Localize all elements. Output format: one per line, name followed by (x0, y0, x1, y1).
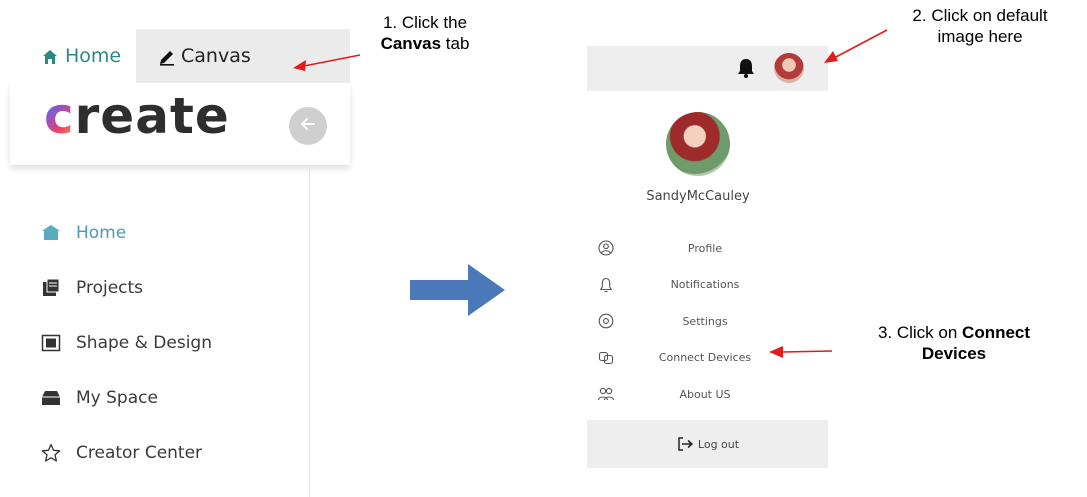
sidebar-item-label: Home (76, 222, 127, 243)
annotation-text: image here (937, 27, 1023, 46)
arrow-left-icon (298, 114, 318, 138)
shape-design-icon (40, 332, 62, 354)
logout-button[interactable]: Log out (587, 420, 828, 468)
annotation-text: 2. Click on default (912, 6, 1048, 25)
sidebar-item-home[interactable]: Home (40, 205, 300, 260)
menu-item-profile[interactable]: Profile (595, 230, 795, 267)
pencil-icon (158, 48, 174, 66)
collapse-back-button[interactable] (289, 107, 327, 145)
menu-item-label: About US (679, 387, 731, 401)
menu-item-label: Settings (682, 314, 728, 328)
menu-item-label: Profile (687, 241, 723, 255)
annotation-step-3: 3. Click on Connect Devices (836, 322, 1072, 364)
sidebar-item-creator-center[interactable]: Creator Center (40, 425, 300, 480)
app-header: create (10, 83, 350, 165)
about-us-icon (597, 385, 615, 403)
tab-home[interactable]: Home (10, 29, 136, 83)
logo-first-letter: c (44, 87, 75, 145)
profile-avatar (666, 112, 730, 176)
user-avatar-button[interactable] (774, 53, 804, 83)
my-space-icon (40, 387, 62, 409)
annotation-bold: Canvas (380, 34, 442, 53)
settings-icon (597, 312, 615, 330)
annotation-bold: Connect (962, 323, 1031, 342)
menu-item-settings[interactable]: Settings (595, 303, 795, 340)
left-app-panel: Home Canvas create Home Projects Shape &… (0, 0, 350, 497)
annotation-text: 3. Click on (877, 323, 963, 342)
sidebar-item-label: Creator Center (76, 442, 203, 463)
sidebar-item-label: Shape & Design (76, 332, 212, 353)
annotation-step-1: 1. Click the Canvas tab (362, 12, 488, 54)
profile-username: SandyMcCauley (646, 189, 750, 204)
home-icon (40, 222, 62, 244)
sidebar-item-projects[interactable]: Projects (40, 260, 300, 315)
annotation-text: 1. Click the (382, 13, 468, 32)
user-menu: Profile Notifications Settings Connect D… (595, 230, 795, 413)
logout-label: Log out (697, 437, 740, 451)
logo-rest: reate (74, 87, 230, 145)
tab-canvas-label: Canvas (181, 45, 251, 67)
sidebar-item-label: Projects (76, 277, 144, 298)
tab-home-label: Home (65, 45, 122, 67)
create-logo: create (44, 87, 230, 145)
menu-item-label: Connect Devices (658, 351, 752, 365)
menu-item-about-us[interactable]: About US (595, 376, 795, 413)
connect-devices-icon (597, 349, 615, 367)
logout-icon (676, 435, 694, 453)
sidebar-item-shape-design[interactable]: Shape & Design (40, 315, 300, 370)
sidebar-nav: Home Projects Shape & Design My Space Cr… (40, 205, 300, 480)
bell-icon (597, 276, 615, 294)
star-icon (40, 442, 62, 464)
annotation-text: tab (441, 34, 470, 53)
sidebar-divider (309, 165, 310, 497)
annotation-step-2: 2. Click on default image here (880, 5, 1080, 47)
tab-canvas[interactable]: Canvas (158, 29, 251, 83)
menu-item-notifications[interactable]: Notifications (595, 267, 795, 304)
annotation-bold: Devices (921, 344, 987, 363)
user-top-bar (587, 46, 828, 91)
projects-icon (40, 277, 62, 299)
sidebar-item-label: My Space (76, 387, 158, 408)
sidebar-item-my-space[interactable]: My Space (40, 370, 300, 425)
menu-item-connect-devices[interactable]: Connect Devices (595, 340, 795, 377)
profile-icon (597, 239, 615, 257)
flow-arrow-icon (410, 264, 505, 316)
red-arrow-step-2 (824, 29, 888, 63)
menu-item-label: Notifications (670, 278, 740, 292)
bell-icon[interactable] (735, 57, 757, 79)
home-icon (42, 48, 58, 64)
tab-bar: Home Canvas (10, 29, 350, 83)
